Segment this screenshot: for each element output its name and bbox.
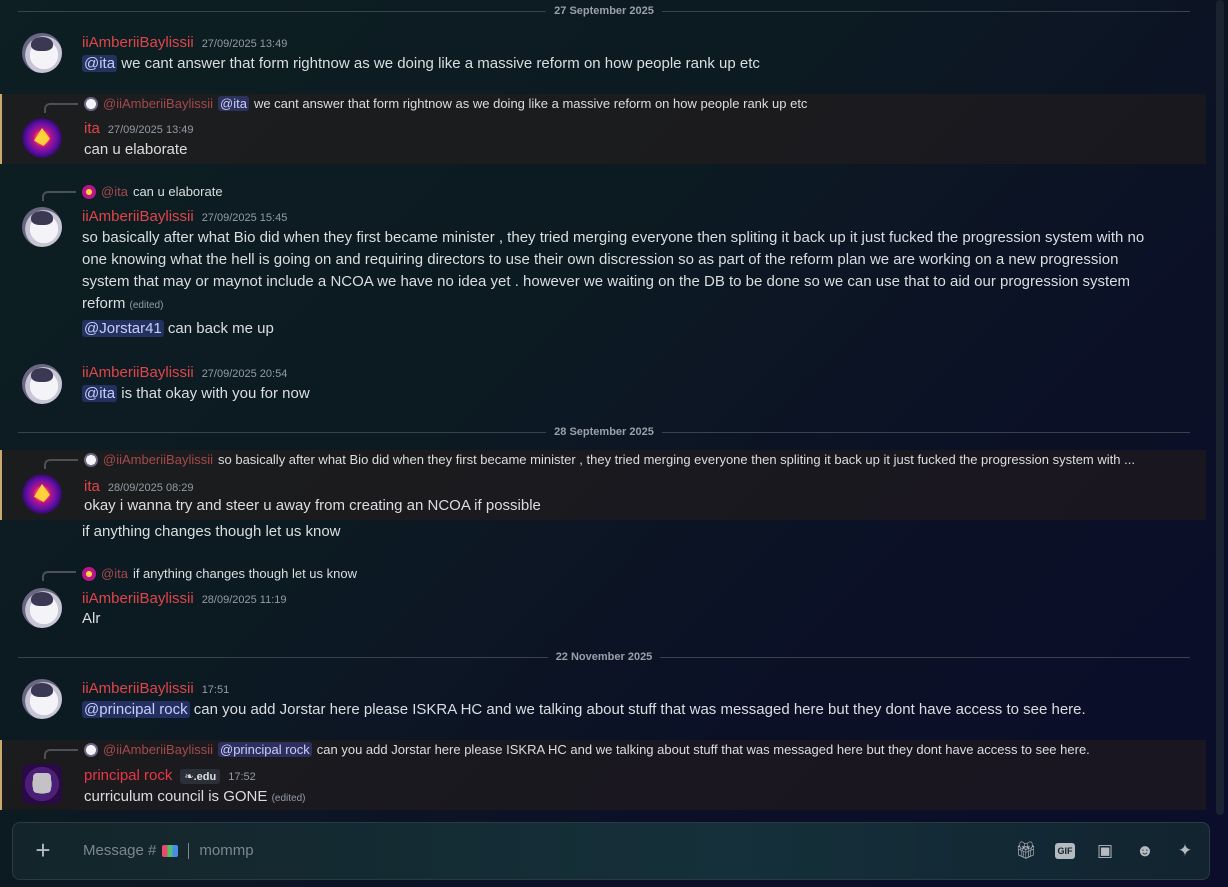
timestamp: 27/09/2025 13:49 bbox=[201, 38, 288, 50]
timestamp: 17:52 bbox=[228, 771, 256, 783]
apps-icon[interactable]: ✦ bbox=[1175, 841, 1195, 861]
date-divider: 27 September 2025 bbox=[18, 4, 1191, 18]
message-content: so basically after what Bio did when the… bbox=[82, 229, 1145, 312]
username[interactable]: ita bbox=[84, 478, 100, 495]
timestamp: 28/09/2025 08:29 bbox=[107, 482, 194, 494]
server-tag[interactable]: ❧.edu bbox=[180, 769, 221, 784]
composer-toolbar: 🎁︎ GIF ▣ ☻ ✦ bbox=[1015, 841, 1195, 861]
username[interactable]: iiAmberiiBaylissii bbox=[82, 680, 194, 697]
leaf-icon: ❧ bbox=[184, 771, 194, 783]
message[interactable]: @ita if anything changes though let us k… bbox=[0, 562, 1206, 634]
avatar[interactable] bbox=[22, 33, 62, 73]
message[interactable]: iiAmberiiBaylissii 27/09/2025 20:54 @ita… bbox=[0, 358, 1206, 410]
reply-preview[interactable]: @ita can u elaborate bbox=[82, 184, 1166, 199]
reply-spine bbox=[44, 749, 78, 759]
scrollbar[interactable] bbox=[1216, 0, 1226, 815]
message-content: curriculum council is GONE (edited) bbox=[84, 788, 306, 805]
reply-spine bbox=[42, 571, 76, 581]
message-content: can u elaborate bbox=[84, 141, 188, 158]
username[interactable]: iiAmberiiBaylissii bbox=[82, 590, 194, 607]
avatar[interactable] bbox=[22, 364, 62, 404]
channel-emoji-icon bbox=[162, 844, 179, 857]
reply-spine bbox=[44, 459, 78, 469]
username[interactable]: principal rock bbox=[84, 767, 172, 784]
message[interactable]: if anything changes though let us know bbox=[0, 520, 1206, 546]
reply-preview[interactable]: @iiAmberiiBaylissii @ita we cant answer … bbox=[84, 96, 1166, 111]
reply-preview[interactable]: @iiAmberiiBaylissii so basically after w… bbox=[84, 452, 1166, 467]
username[interactable]: iiAmberiiBaylissii bbox=[82, 34, 194, 51]
reply-preview[interactable]: @iiAmberiiBaylissii @principal rock can … bbox=[84, 742, 1166, 757]
user-mention[interactable]: @ita bbox=[82, 55, 118, 72]
user-mention[interactable]: @ita bbox=[82, 385, 118, 402]
avatar[interactable] bbox=[22, 118, 62, 158]
add-attachment-icon[interactable]: + bbox=[31, 837, 55, 863]
reply-avatar bbox=[82, 184, 96, 199]
reply-preview[interactable]: @ita if anything changes though let us k… bbox=[82, 566, 1166, 581]
message-content: if anything changes though let us know bbox=[82, 523, 341, 540]
message-list[interactable]: 27 September 2025 iiAmberiiBaylissii 27/… bbox=[0, 0, 1228, 820]
message[interactable]: iiAmberiiBaylissii 27/09/2025 13:49 @ita… bbox=[0, 28, 1206, 80]
message-composer[interactable]: + Message # mommp 🎁︎ GIF ▣ ☻ ✦ bbox=[12, 822, 1210, 880]
message[interactable]: @iiAmberiiBaylissii @principal rock can … bbox=[0, 740, 1206, 810]
reply-spine bbox=[44, 103, 78, 113]
reply-avatar bbox=[84, 742, 98, 757]
timestamp: 17:51 bbox=[201, 684, 230, 696]
reply-avatar bbox=[84, 452, 98, 467]
avatar[interactable] bbox=[22, 764, 62, 804]
avatar[interactable] bbox=[22, 588, 62, 628]
message-content: okay i wanna try and steer u away from c… bbox=[84, 497, 541, 514]
message[interactable]: iiAmberiiBaylissii 17:51 @principal rock… bbox=[0, 674, 1206, 726]
timestamp: 27/09/2025 13:49 bbox=[107, 124, 194, 136]
reply-avatar bbox=[82, 566, 96, 581]
separator bbox=[188, 842, 190, 859]
sticker-icon[interactable]: ▣ bbox=[1095, 841, 1115, 861]
message-content: @principal rock can you add Jorstar here… bbox=[82, 701, 1086, 718]
user-mention[interactable]: @principal rock bbox=[82, 701, 190, 718]
scrollbar-thumb[interactable] bbox=[1216, 0, 1224, 815]
message[interactable]: @ita can u elaborate iiAmberiiBaylissii … bbox=[0, 182, 1206, 342]
message[interactable]: @iiAmberiiBaylissii so basically after w… bbox=[0, 450, 1206, 520]
username[interactable]: ita bbox=[84, 120, 100, 137]
avatar[interactable] bbox=[22, 207, 62, 247]
gif-icon[interactable]: GIF bbox=[1055, 843, 1075, 859]
emoji-icon[interactable]: ☻ bbox=[1135, 841, 1155, 861]
avatar[interactable] bbox=[22, 679, 62, 719]
message-content: Alr bbox=[82, 610, 101, 627]
message-content: @ita we cant answer that form rightnow a… bbox=[82, 55, 760, 72]
username[interactable]: iiAmberiiBaylissii bbox=[82, 364, 194, 381]
timestamp: 28/09/2025 11:19 bbox=[201, 594, 287, 606]
date-divider: 28 September 2025 bbox=[18, 425, 1191, 439]
reply-avatar bbox=[84, 96, 98, 111]
timestamp: 27/09/2025 20:54 bbox=[201, 368, 288, 380]
gift-icon[interactable]: 🎁︎ bbox=[1015, 841, 1037, 861]
message-content: @ita is that okay with you for now bbox=[82, 385, 310, 402]
username[interactable]: iiAmberiiBaylissii bbox=[82, 208, 194, 225]
date-divider: 22 November 2025 bbox=[18, 650, 1190, 664]
timestamp: 27/09/2025 15:45 bbox=[201, 212, 288, 224]
message-input[interactable]: Message # mommp bbox=[83, 842, 254, 859]
avatar[interactable] bbox=[22, 474, 62, 514]
message-content: @Jorstar41 can back me up bbox=[82, 320, 274, 337]
reply-spine bbox=[42, 191, 76, 201]
user-mention[interactable]: @Jorstar41 bbox=[82, 320, 164, 337]
message[interactable]: @iiAmberiiBaylissii @ita we cant answer … bbox=[0, 94, 1206, 164]
